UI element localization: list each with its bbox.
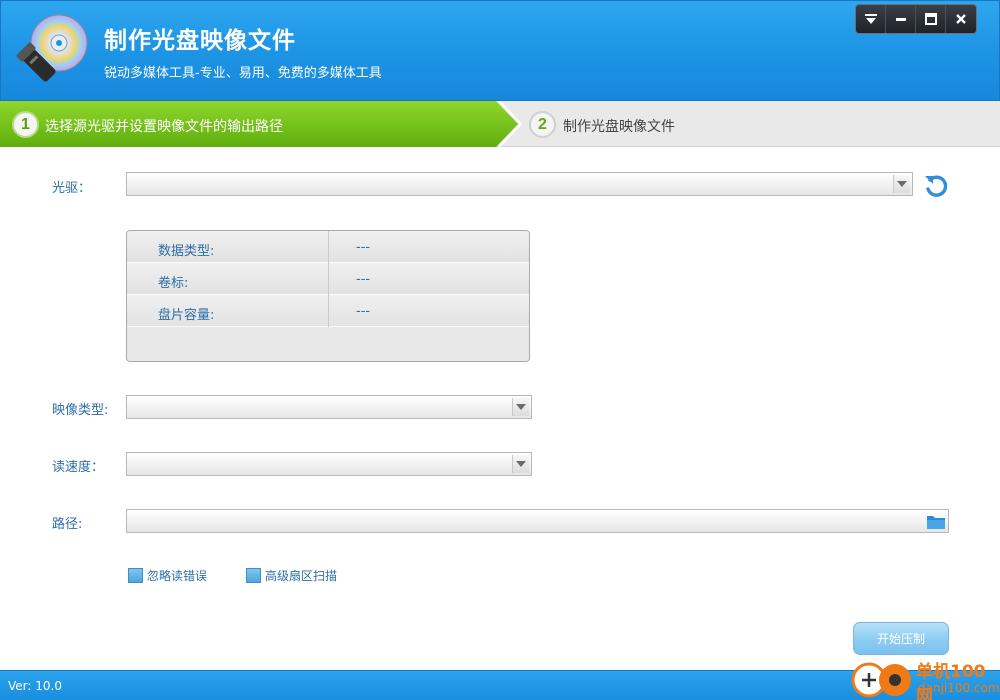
ignore-read-errors-label: 忽略读错误 <box>147 569 208 583</box>
step-1-number: 1 <box>12 111 39 138</box>
path-label: 路径: <box>52 517 83 532</box>
minimize-icon <box>895 18 906 21</box>
close-icon <box>956 14 966 24</box>
read-speed-select[interactable] <box>126 452 532 476</box>
folder-icon[interactable] <box>926 513 946 530</box>
version-text: Ver: 10.0 <box>8 679 62 693</box>
info-value-capacity: --- <box>356 304 371 319</box>
menu-icon <box>864 14 877 24</box>
column-divider <box>328 231 329 263</box>
step-1: 1 选择源光驱并设置映像文件的输出路径 <box>0 101 520 147</box>
menu-button[interactable] <box>856 5 886 33</box>
image-type-label: 映像类型: <box>52 403 109 418</box>
info-key-data-type: 数据类型: <box>158 244 215 259</box>
checkbox-box[interactable] <box>128 568 143 583</box>
minimize-button[interactable] <box>886 5 916 33</box>
close-button[interactable] <box>946 5 976 33</box>
advanced-sector-scan-label: 高级扇区扫描 <box>265 569 338 583</box>
chevron-down-icon <box>512 455 529 473</box>
window-controls <box>855 4 977 34</box>
chevron-down-icon <box>512 398 529 416</box>
column-divider <box>328 263 329 295</box>
step-1-label: 选择源光驱并设置映像文件的输出路径 <box>45 119 283 135</box>
refresh-icon[interactable] <box>922 172 950 200</box>
step-2-number: 2 <box>529 111 556 138</box>
step-2-label: 制作光盘映像文件 <box>563 119 675 135</box>
disc-app-logo-icon <box>16 14 88 82</box>
info-value-volume-label: --- <box>356 272 371 287</box>
info-row: 数据类型: --- <box>127 231 529 263</box>
app-title: 制作光盘映像文件 <box>104 28 296 54</box>
drive-label: 光驱： <box>52 181 92 196</box>
watermark-url: danji100.com <box>918 681 1000 695</box>
checkbox-box[interactable] <box>246 568 261 583</box>
steps-bar: 1 选择源光驱并设置映像文件的输出路径 2 制作光盘映像文件 <box>0 101 1000 147</box>
info-value-data-type: --- <box>356 240 371 255</box>
ignore-read-errors-checkbox[interactable]: 忽略读错误 <box>128 567 207 584</box>
start-burn-button[interactable]: 开始压制 <box>853 622 949 655</box>
info-row: 盘片容量: --- <box>127 295 529 327</box>
read-speed-label: 读速度： <box>52 460 105 475</box>
info-key-capacity: 盘片容量: <box>158 308 215 323</box>
maximize-button[interactable] <box>916 5 946 33</box>
disc-info-panel: 数据类型: --- 卷标: --- 盘片容量: --- <box>126 230 530 362</box>
advanced-sector-scan-checkbox[interactable]: 高级扇区扫描 <box>246 567 337 584</box>
title-bar: 制作光盘映像文件 锐动多媒体工具-专业、易用、免费的多媒体工具 <box>0 0 1000 101</box>
maximize-icon <box>924 13 937 25</box>
site-watermark: 单机100网 danji100.com <box>850 657 1000 700</box>
drive-select[interactable] <box>126 172 913 196</box>
app-subtitle: 锐动多媒体工具-专业、易用、免费的多媒体工具 <box>104 66 382 81</box>
info-key-volume-label: 卷标: <box>158 276 189 291</box>
image-type-select[interactable] <box>126 395 532 419</box>
column-divider <box>328 295 329 327</box>
watermark-logo-icon <box>851 662 911 698</box>
path-input[interactable] <box>126 509 949 533</box>
info-row: 卷标: --- <box>127 263 529 295</box>
chevron-down-icon <box>893 175 910 193</box>
